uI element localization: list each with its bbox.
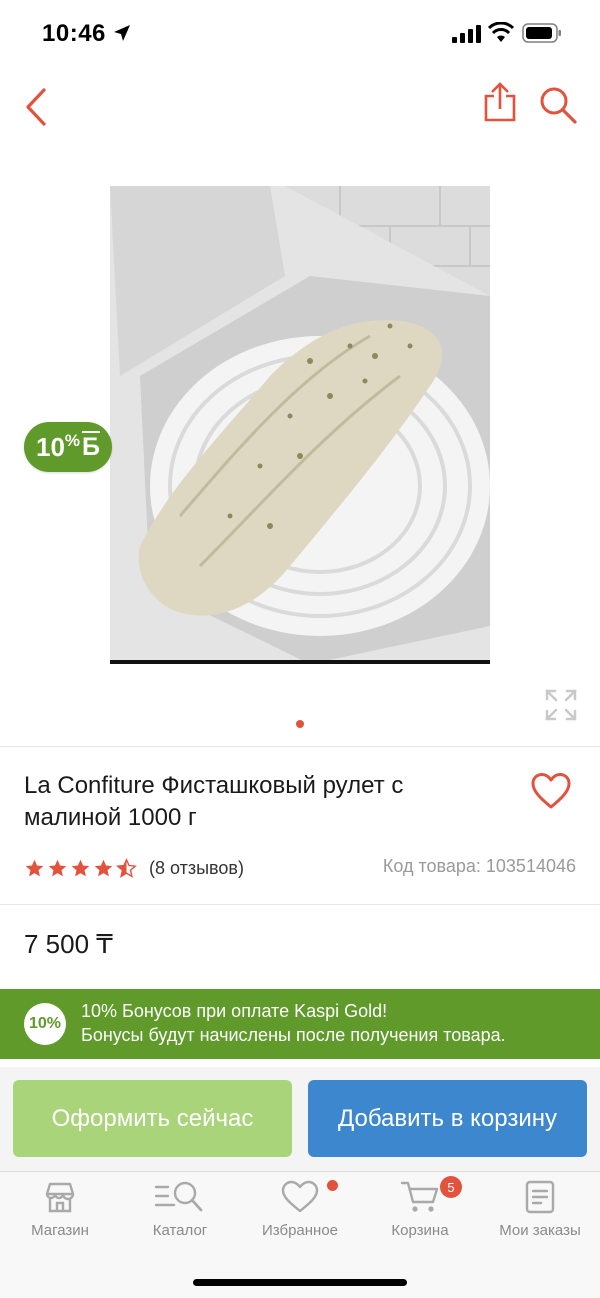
product-sku: Код товара: 103514046 <box>382 856 576 876</box>
bonus-badge-percent: % <box>64 431 81 450</box>
checkout-now-button[interactable]: Оформить сейчас <box>13 1080 292 1157</box>
tab-cart-label: Корзина <box>391 1222 449 1239</box>
product-price: 7 500 ₸ <box>24 929 113 959</box>
promo-headline: 10% Бонусов при оплате Kaspi Gold! <box>81 1001 388 1021</box>
bottom-tab-bar: Магазин Каталог Избранное Корзина 5 Мои … <box>0 1171 600 1298</box>
favorites-notification-dot <box>327 1180 338 1191</box>
tab-favorites[interactable]: Избранное <box>240 1180 360 1250</box>
tab-favorites-label: Избранное <box>261 1222 339 1239</box>
search-icon[interactable] <box>538 85 578 125</box>
bonus-promo-banner[interactable]: 10% 10% Бонусов при оплате Kaspi Gold! Б… <box>0 989 600 1059</box>
product-title: La Confiture Фисташковый рулет с малиной… <box>24 772 404 831</box>
store-icon <box>45 1182 75 1213</box>
battery-icon <box>522 23 561 43</box>
tab-cart[interactable]: Корзина 5 <box>360 1176 480 1250</box>
reviews-count-link[interactable]: (8 отзывов) <box>149 858 244 879</box>
star-full-icon <box>94 859 113 876</box>
tab-store-label: Магазин <box>31 1222 89 1239</box>
bonus-badge-currency: Б <box>82 432 100 461</box>
cellular-signal-icon <box>452 25 481 43</box>
star-full-icon <box>71 859 90 876</box>
favorite-heart-icon[interactable] <box>530 772 572 810</box>
tab-catalog[interactable]: Каталог <box>120 1180 240 1250</box>
expand-icon[interactable] <box>544 688 578 722</box>
action-bar: Оформить сейчас Добавить в корзину <box>0 1067 600 1171</box>
star-full-icon <box>48 859 67 876</box>
tab-catalog-label: Каталог <box>152 1222 208 1239</box>
star-full-icon <box>25 859 44 876</box>
star-half-icon <box>116 857 137 878</box>
divider <box>0 904 600 905</box>
rating[interactable]: (8 отзывов) <box>24 856 244 880</box>
bonus-badge-value: 10 <box>35 431 65 462</box>
bonus-percent-icon: 10% <box>24 1003 66 1045</box>
tab-store[interactable]: Магазин <box>0 1180 120 1250</box>
product-photo <box>110 186 490 664</box>
cart-icon <box>400 1181 439 1212</box>
wifi-icon <box>488 22 514 42</box>
product-image[interactable] <box>110 186 490 664</box>
tab-orders-label: Мои заказы <box>499 1222 581 1239</box>
promo-description: Бонусы будут начислены после получения т… <box>81 1025 506 1045</box>
back-arrow-icon[interactable] <box>18 86 58 128</box>
location-arrow-icon <box>114 25 130 41</box>
image-pager-dot-active <box>296 720 304 728</box>
tab-orders[interactable]: Мои заказы <box>480 1180 600 1250</box>
status-bar: 10:46 <box>0 0 600 66</box>
heart-icon <box>281 1180 319 1213</box>
home-indicator <box>193 1279 407 1286</box>
cart-count-badge: 5 <box>440 1176 462 1198</box>
status-time: 10:46 <box>42 20 106 47</box>
catalog-icon <box>154 1181 203 1212</box>
divider <box>0 746 600 747</box>
share-icon[interactable] <box>480 82 520 124</box>
orders-icon <box>525 1180 555 1214</box>
add-to-cart-button[interactable]: Добавить в корзину <box>308 1080 587 1157</box>
bonus-badge: 10% Б <box>24 422 112 472</box>
